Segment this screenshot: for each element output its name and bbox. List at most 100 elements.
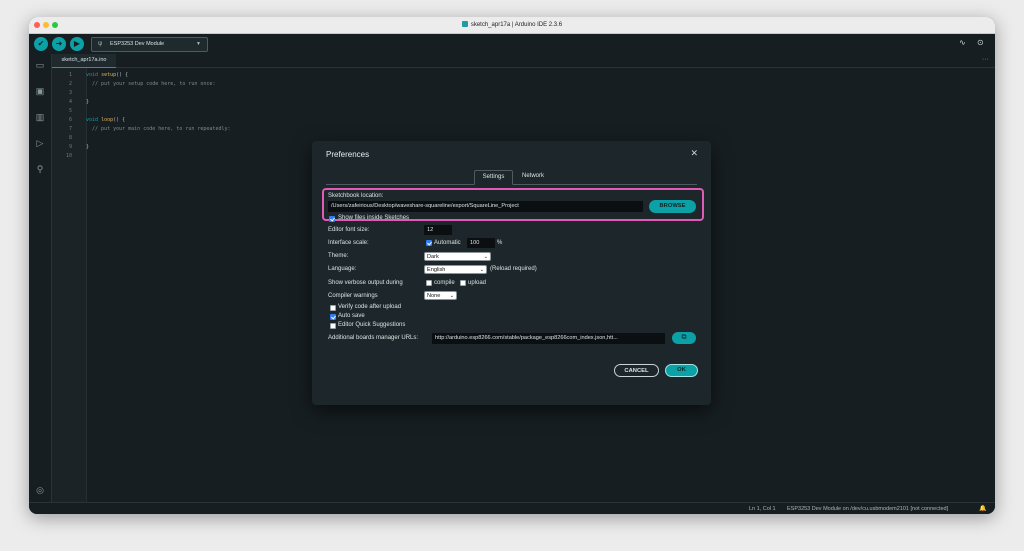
board-icon[interactable]: ▣	[34, 85, 46, 97]
code-token: // put your setup code here, to run once…	[92, 81, 216, 87]
arrow-right-icon: ➜	[55, 39, 63, 48]
verify-button[interactable]: ✔	[34, 37, 48, 51]
preferences-tabs: Settings Network	[326, 170, 697, 185]
autosave-checkbox[interactable]	[330, 314, 336, 320]
board-selector[interactable]: ψ ESP3253 Dev Module ▼	[91, 37, 208, 52]
quick-suggestions-label: Editor Quick Suggestions	[338, 322, 406, 328]
title-bar: sketch_apr17a | Arduino IDE 2.3.6	[29, 17, 995, 34]
library-icon[interactable]: ▥	[34, 111, 46, 123]
show-files-checkbox[interactable]	[329, 216, 335, 222]
folder-icon[interactable]: ▭	[34, 59, 46, 71]
urls-label: Additional boards manager URLs:	[328, 335, 419, 341]
verbose-compile-label: compile	[434, 280, 455, 286]
warnings-label: Compiler warnings	[328, 293, 378, 299]
font-size-label: Editor font size:	[328, 227, 370, 233]
code-token: void	[86, 72, 102, 78]
scale-auto-checkbox[interactable]	[426, 240, 432, 246]
boards-urls-input[interactable]: http://arduino.esp8266.com/stable/packag…	[432, 333, 665, 344]
account-icon[interactable]: ◎	[34, 484, 46, 496]
sketchbook-path-input[interactable]: /Users/zafeirious/Desktop/waveshare-squa…	[328, 201, 643, 212]
verbose-upload-checkbox[interactable]	[460, 280, 466, 286]
open-urls-button[interactable]: ⧉	[672, 332, 696, 344]
font-size-input[interactable]: 12	[424, 225, 452, 235]
code-line[interactable]: }	[86, 143, 89, 152]
dialog-title: Preferences	[326, 150, 370, 159]
theme-value: Dark	[427, 254, 439, 260]
code-token: setup	[101, 72, 117, 78]
tab-sketch-file[interactable]: sketch_apr17a.ino	[52, 54, 116, 68]
code-line[interactable]: // put your main code here, to run repea…	[86, 125, 230, 134]
verify-checkbox[interactable]	[330, 305, 336, 311]
theme-select[interactable]: Dark ⌄	[424, 252, 491, 261]
line-number: 7	[68, 126, 72, 132]
code-token: () {	[116, 72, 129, 78]
scale-label: Interface scale:	[328, 240, 369, 246]
cursor-position[interactable]: Ln 1, Col 1	[749, 503, 776, 514]
scale-unit: %	[497, 240, 503, 246]
code-line[interactable]: void setup() {	[86, 71, 128, 80]
language-value: English	[427, 267, 446, 273]
line-number: 1	[68, 72, 72, 78]
usb-icon: ψ	[98, 41, 103, 47]
debug-play-icon[interactable]: ▷	[34, 137, 46, 149]
arduino-app-icon	[461, 21, 468, 28]
close-window-button[interactable]	[34, 22, 40, 28]
magnifier-dots-icon[interactable]: ⊙	[977, 38, 984, 47]
language-note: (Reload required)	[490, 266, 537, 272]
debug-icon: ▶	[73, 39, 81, 48]
check-icon: ✔	[37, 39, 45, 48]
show-files-label: Show files inside Sketches	[338, 215, 410, 221]
quick-suggestions-checkbox[interactable]	[330, 323, 336, 329]
scale-input[interactable]: 100	[467, 238, 495, 248]
editor-tab-bar: sketch_apr17a.ino ···	[52, 54, 995, 68]
language-label: Language:	[328, 266, 357, 272]
status-bar: Ln 1, Col 1 ESP3253 Dev Module on /dev/c…	[29, 502, 995, 514]
zoom-window-button[interactable]	[52, 22, 58, 28]
verbose-upload-label: upload	[468, 280, 487, 286]
line-number: 4	[68, 99, 72, 105]
line-number: 5	[68, 108, 72, 114]
bell-icon[interactable]: 🔔	[979, 503, 986, 514]
language-select[interactable]: English ⌄	[424, 265, 487, 274]
warnings-select[interactable]: None ⌄	[424, 291, 457, 300]
verbose-label: Show verbose output during	[328, 280, 403, 286]
status-board-info[interactable]: ESP3253 Dev Module on /dev/cu.usbmodem21…	[787, 503, 948, 514]
code-token: }	[86, 144, 90, 150]
code-token: () {	[113, 117, 126, 123]
line-number: 2	[68, 81, 72, 87]
upload-button[interactable]: ➜	[52, 37, 66, 51]
more-icon[interactable]: ···	[982, 54, 989, 65]
verbose-compile-checkbox[interactable]	[426, 280, 432, 286]
close-icon[interactable]: ✕	[690, 148, 698, 159]
pulse-icon[interactable]: ∿	[959, 38, 966, 47]
debug-button[interactable]: ▶	[70, 37, 84, 51]
open-window-icon: ⧉	[681, 334, 687, 341]
autosave-label: Auto save	[338, 313, 365, 319]
code-line[interactable]: // put your setup code here, to run once…	[86, 80, 215, 89]
verify-label: Verify code after upload	[338, 304, 402, 310]
line-number: 6	[68, 117, 72, 123]
chevron-down-icon: ⌄	[449, 293, 454, 299]
warnings-value: None	[427, 293, 441, 299]
line-number: 10	[65, 153, 72, 159]
ok-button[interactable]: OK	[665, 364, 698, 377]
sidebar: ▭ ▣ ▥ ▷ ⚲ ◎	[29, 54, 52, 502]
search-icon[interactable]: ⚲	[34, 163, 46, 175]
scale-auto-label: Automatic	[434, 240, 461, 246]
line-number: 8	[68, 135, 72, 141]
code-token: }	[86, 99, 90, 105]
window-title: sketch_apr17a | Arduino IDE 2.3.6	[470, 22, 563, 28]
browse-button[interactable]: BROWSE	[649, 200, 696, 213]
cancel-button[interactable]: CANCEL	[614, 364, 659, 377]
code-line[interactable]: void loop() {	[86, 116, 125, 125]
chevron-down-icon: ⌄	[479, 267, 484, 273]
tab-network[interactable]: Network	[516, 170, 550, 183]
tab-settings[interactable]: Settings	[474, 170, 513, 185]
board-name: ESP3253 Dev Module	[110, 41, 165, 47]
preferences-dialog: Preferences ✕ Settings Network Sketchboo…	[312, 141, 711, 405]
chevron-down-icon: ⌄	[483, 254, 488, 260]
code-line[interactable]: }	[86, 98, 89, 107]
code-token: loop	[101, 117, 114, 123]
minimize-window-button[interactable]	[43, 22, 49, 28]
theme-label: Theme:	[328, 253, 349, 259]
